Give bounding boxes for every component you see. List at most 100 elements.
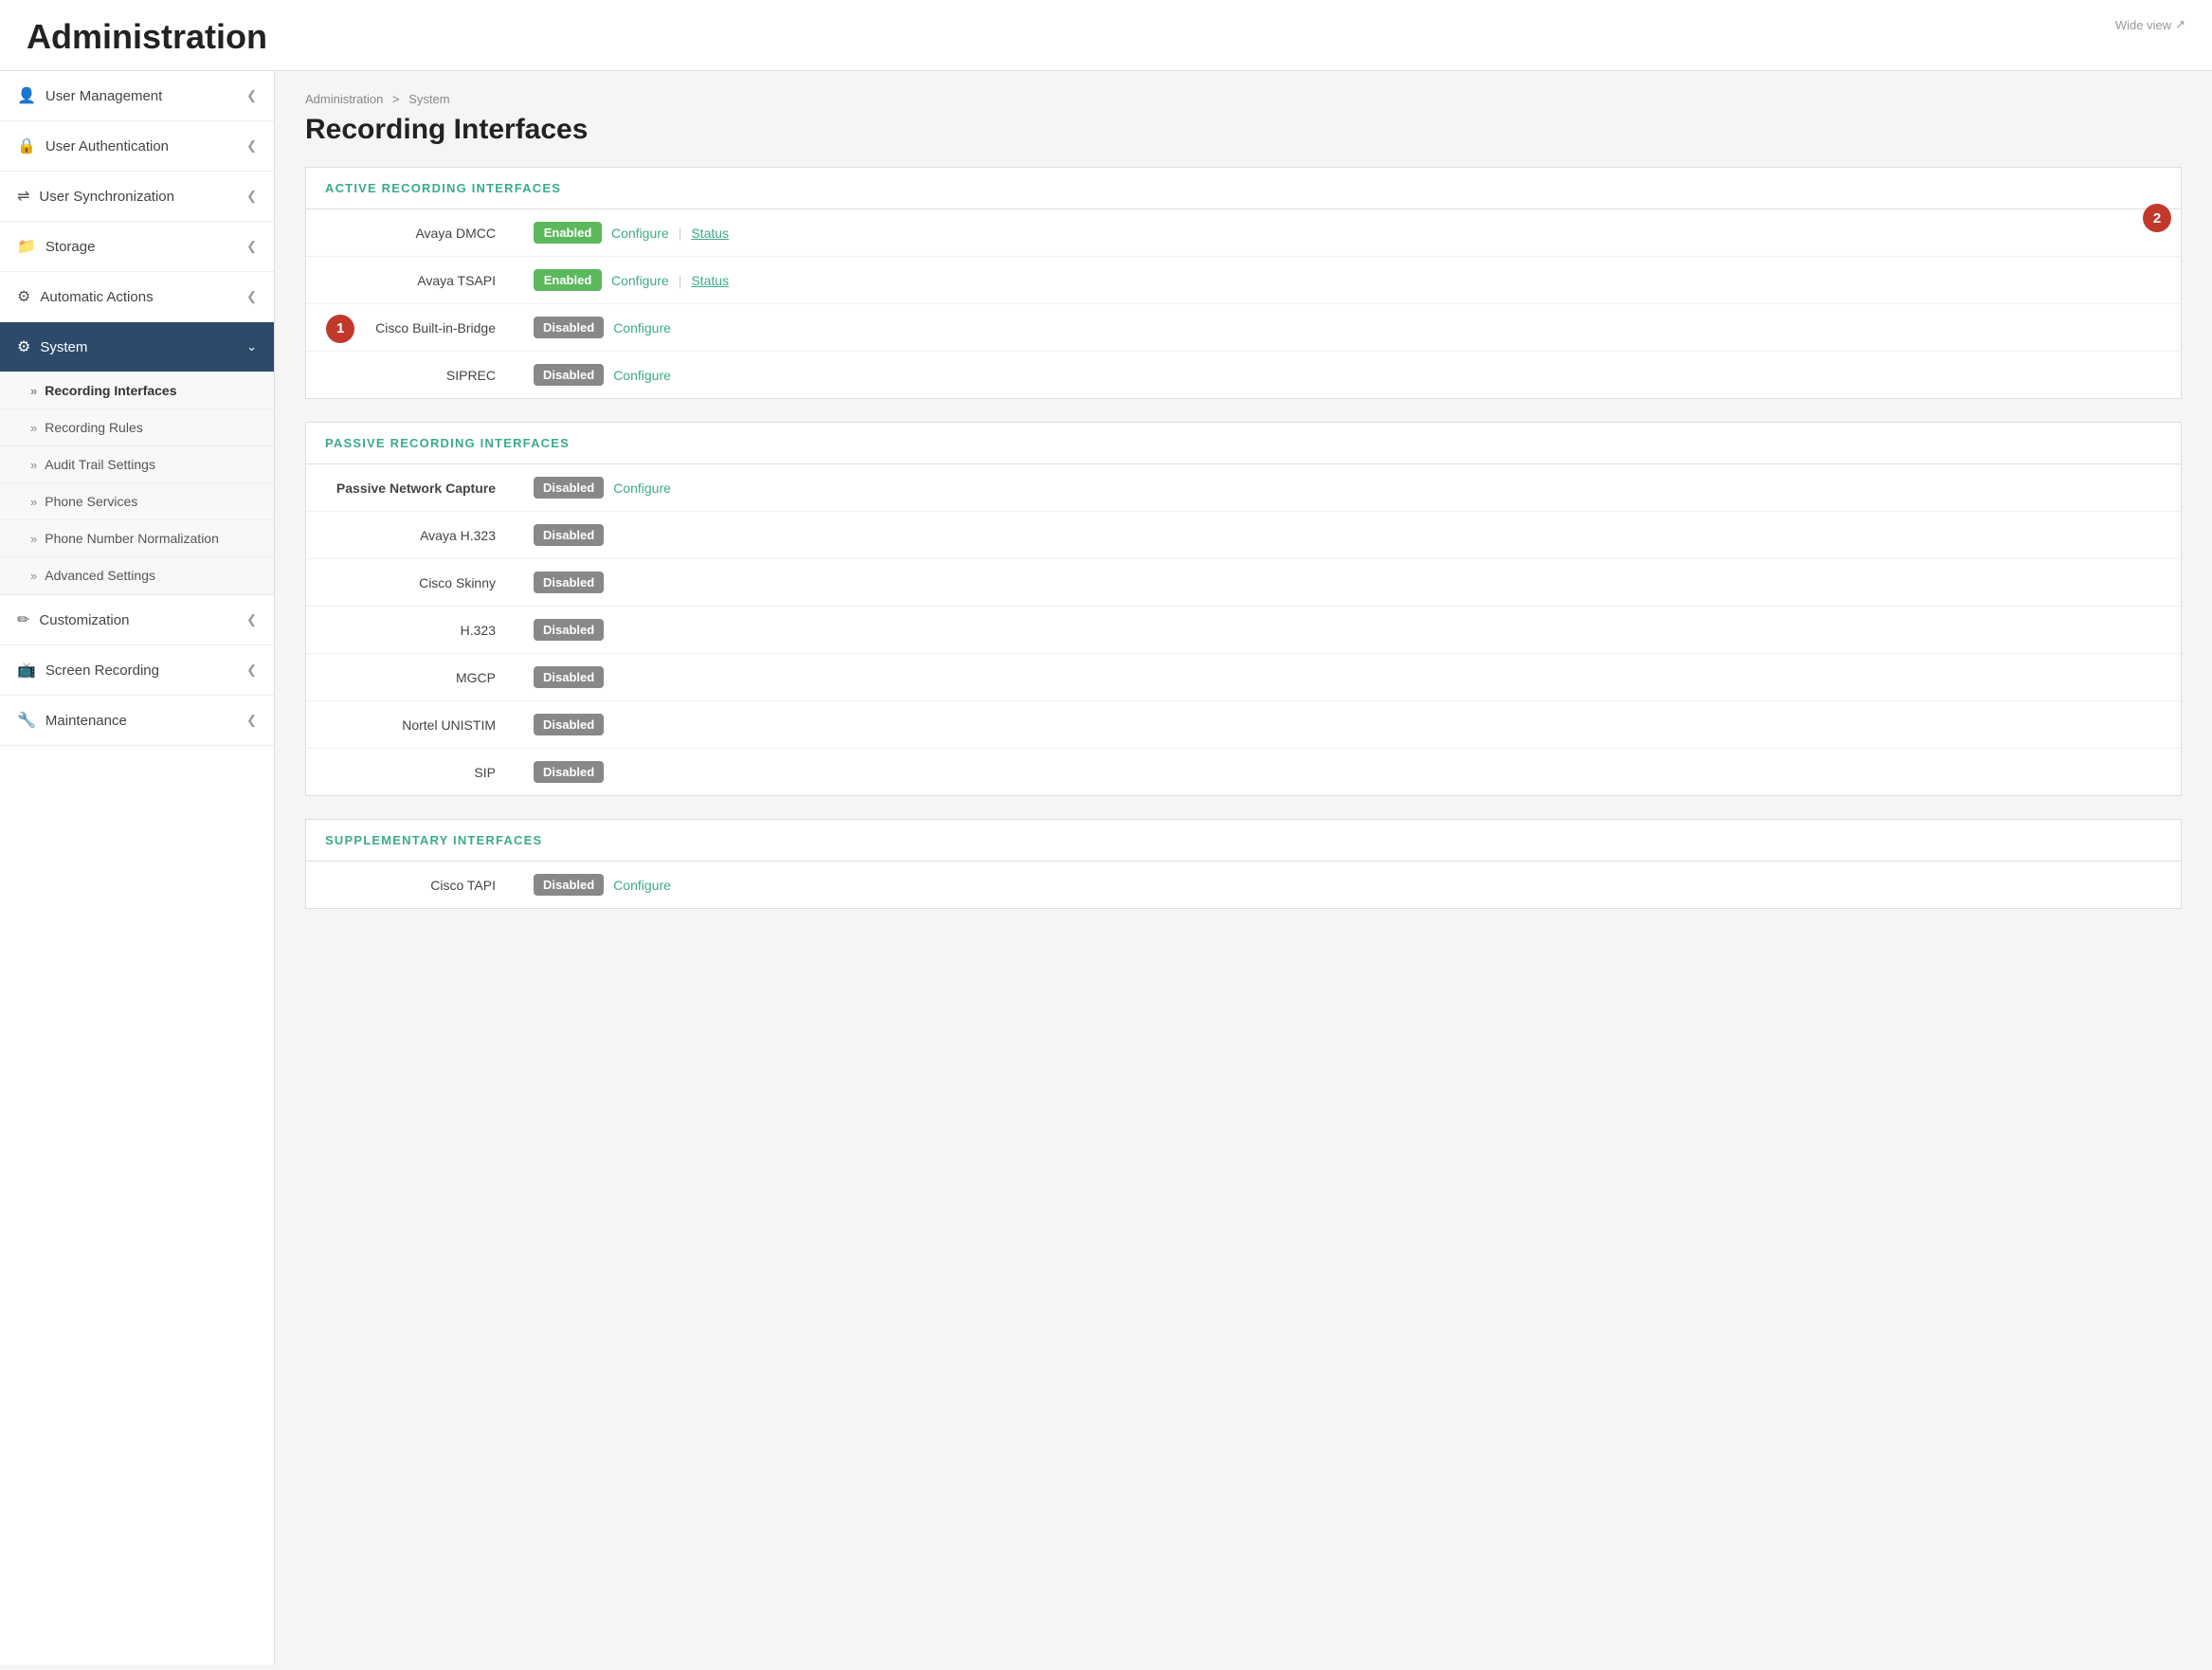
sidebar-item-system[interactable]: ⚙ System ⌄ [0, 322, 274, 372]
sidebar-sub-phone-number-normalization[interactable]: » Phone Number Normalization [0, 520, 274, 557]
status-badge-disabled: Disabled [534, 761, 604, 783]
passive-interfaces-table: Passive Network Capture Disabled Configu… [306, 464, 2181, 795]
sidebar-item-user-management[interactable]: 👤 User Management ❮ [0, 71, 274, 121]
sub-arrow-icon: » [30, 458, 37, 472]
table-row: H.323 Disabled [306, 607, 2181, 654]
page-header: Administration Wide view ↗ [0, 0, 2212, 71]
sidebar-item-storage[interactable]: 📁 Storage ❮ [0, 222, 274, 272]
supplementary-section-header: SUPPLEMENTARY INTERFACES [306, 820, 2181, 862]
status-link[interactable]: Status [691, 226, 729, 241]
interface-name: Cisco TAPI [306, 862, 515, 908]
sidebar-item-label: Screen Recording [45, 663, 159, 679]
storage-icon: 📁 [17, 237, 36, 256]
sidebar-sub-recording-rules[interactable]: » Recording Rules [0, 409, 274, 446]
status-badge-disabled: Disabled [534, 666, 604, 688]
table-row: Avaya TSAPI Enabled Configure | Status [306, 257, 2181, 304]
configure-link[interactable]: Configure [611, 226, 669, 241]
table-row: MGCP Disabled [306, 654, 2181, 701]
table-row: Avaya DMCC Enabled Configure | Status [306, 209, 2181, 257]
interface-name: Passive Network Capture [306, 464, 515, 512]
sub-item-label: Audit Trail Settings [45, 457, 155, 472]
passive-recording-section: PASSIVE RECORDING INTERFACES Passive Net… [305, 422, 2182, 796]
chevron-icon: ❮ [246, 612, 257, 627]
interface-name: Avaya DMCC [306, 209, 515, 257]
maintenance-icon: 🔧 [17, 711, 36, 730]
status-badge-disabled: Disabled [534, 364, 604, 386]
sidebar-item-user-synchronization[interactable]: ⇌ User Synchronization ❮ [0, 172, 274, 222]
status-badge-disabled: Disabled [534, 477, 604, 499]
sidebar-sub-audit-trail[interactable]: » Audit Trail Settings [0, 446, 274, 483]
interface-name: SIPREC [306, 352, 515, 399]
passive-section-header: PASSIVE RECORDING INTERFACES [306, 423, 2181, 464]
sub-arrow-icon: » [30, 495, 37, 509]
callout-2: 2 [2143, 204, 2171, 232]
status-badge-disabled: Disabled [534, 619, 604, 641]
sub-arrow-icon: » [30, 569, 37, 583]
active-recording-section: ACTIVE RECORDING INTERFACES Avaya DMCC E… [305, 167, 2182, 399]
sub-item-label: Recording Rules [45, 420, 143, 435]
configure-link[interactable]: Configure [613, 320, 671, 336]
sub-item-label: Advanced Settings [45, 568, 155, 583]
sidebar-sub-system: » Recording Interfaces » Recording Rules… [0, 372, 274, 595]
table-row: Cisco TAPI Disabled Configure [306, 862, 2181, 908]
status-badge-enabled: Enabled [534, 222, 602, 244]
breadcrumb: Administration > System [305, 92, 2182, 106]
sidebar-item-label: User Management [45, 88, 162, 104]
sub-item-label: Phone Services [45, 494, 137, 509]
status-badge-disabled: Disabled [534, 714, 604, 735]
automatic-actions-icon: ⚙ [17, 287, 30, 306]
sub-arrow-icon: » [30, 384, 37, 398]
configure-link[interactable]: Configure [613, 878, 671, 893]
sidebar-sub-advanced-settings[interactable]: » Advanced Settings [0, 557, 274, 594]
interface-controls: Disabled Configure [534, 874, 2162, 896]
interface-controls: Disabled Configure [534, 477, 2162, 499]
supplementary-section-title: SUPPLEMENTARY INTERFACES [325, 833, 2162, 847]
configure-link[interactable]: Configure [611, 273, 669, 288]
chevron-icon: ❮ [246, 189, 257, 204]
table-row: Cisco Built-in-Bridge 1 Disabled Configu… [306, 304, 2181, 352]
table-row: Passive Network Capture Disabled Configu… [306, 464, 2181, 512]
sidebar-item-customization[interactable]: ✏ Customization ❮ [0, 595, 274, 645]
sub-arrow-icon: » [30, 421, 37, 435]
sidebar-sub-phone-services[interactable]: » Phone Services [0, 483, 274, 520]
sidebar-item-maintenance[interactable]: 🔧 Maintenance ❮ [0, 696, 274, 746]
page-title: Recording Interfaces [305, 114, 2182, 146]
sidebar-item-label: User Synchronization [39, 189, 174, 205]
main-content: Administration > System Recording Interf… [275, 71, 2212, 1665]
table-row: Avaya H.323 Disabled [306, 512, 2181, 559]
status-link[interactable]: Status [691, 273, 729, 288]
configure-link[interactable]: Configure [613, 368, 671, 383]
table-row: Cisco Skinny Disabled [306, 559, 2181, 607]
sidebar-sub-recording-interfaces[interactable]: » Recording Interfaces [0, 372, 274, 409]
sidebar: 👤 User Management ❮ 🔒 User Authenticatio… [0, 71, 275, 1665]
sidebar-item-user-authentication[interactable]: 🔒 User Authentication ❮ [0, 121, 274, 172]
customization-icon: ✏ [17, 610, 29, 629]
interface-controls: Disabled Configure [534, 364, 2048, 386]
sub-item-label: Phone Number Normalization [45, 531, 219, 546]
interface-name: Avaya H.323 [306, 512, 515, 559]
chevron-icon: ❮ [246, 713, 257, 728]
status-badge-disabled: Disabled [534, 874, 604, 896]
interface-controls: Enabled Configure | Status [534, 222, 2048, 244]
interface-name: Cisco Built-in-Bridge 1 [306, 304, 515, 352]
sub-item-label: Recording Interfaces [45, 383, 176, 398]
active-interfaces-table: Avaya DMCC Enabled Configure | Status [306, 209, 2181, 398]
chevron-down-icon: ⌄ [246, 339, 257, 354]
interface-name: Avaya TSAPI [306, 257, 515, 304]
sidebar-item-automatic-actions[interactable]: ⚙ Automatic Actions ❮ [0, 272, 274, 322]
chevron-icon: ❮ [246, 138, 257, 154]
sidebar-item-label: Customization [39, 612, 129, 628]
interface-controls: Disabled Configure [534, 317, 2048, 338]
configure-link[interactable]: Configure [613, 481, 671, 496]
chevron-icon: ❮ [246, 663, 257, 678]
user-sync-icon: ⇌ [17, 187, 29, 206]
sidebar-item-label: User Authentication [45, 138, 169, 154]
interface-name: Nortel UNISTIM [306, 701, 515, 749]
wide-view-link[interactable]: Wide view ↗ [2115, 17, 2185, 32]
interface-controls: Disabled [534, 761, 2162, 783]
screen-recording-icon: 📺 [17, 661, 36, 680]
sidebar-item-screen-recording[interactable]: 📺 Screen Recording ❮ [0, 645, 274, 696]
sidebar-item-label: Maintenance [45, 713, 127, 729]
interface-name: H.323 [306, 607, 515, 654]
user-management-icon: 👤 [17, 86, 36, 105]
